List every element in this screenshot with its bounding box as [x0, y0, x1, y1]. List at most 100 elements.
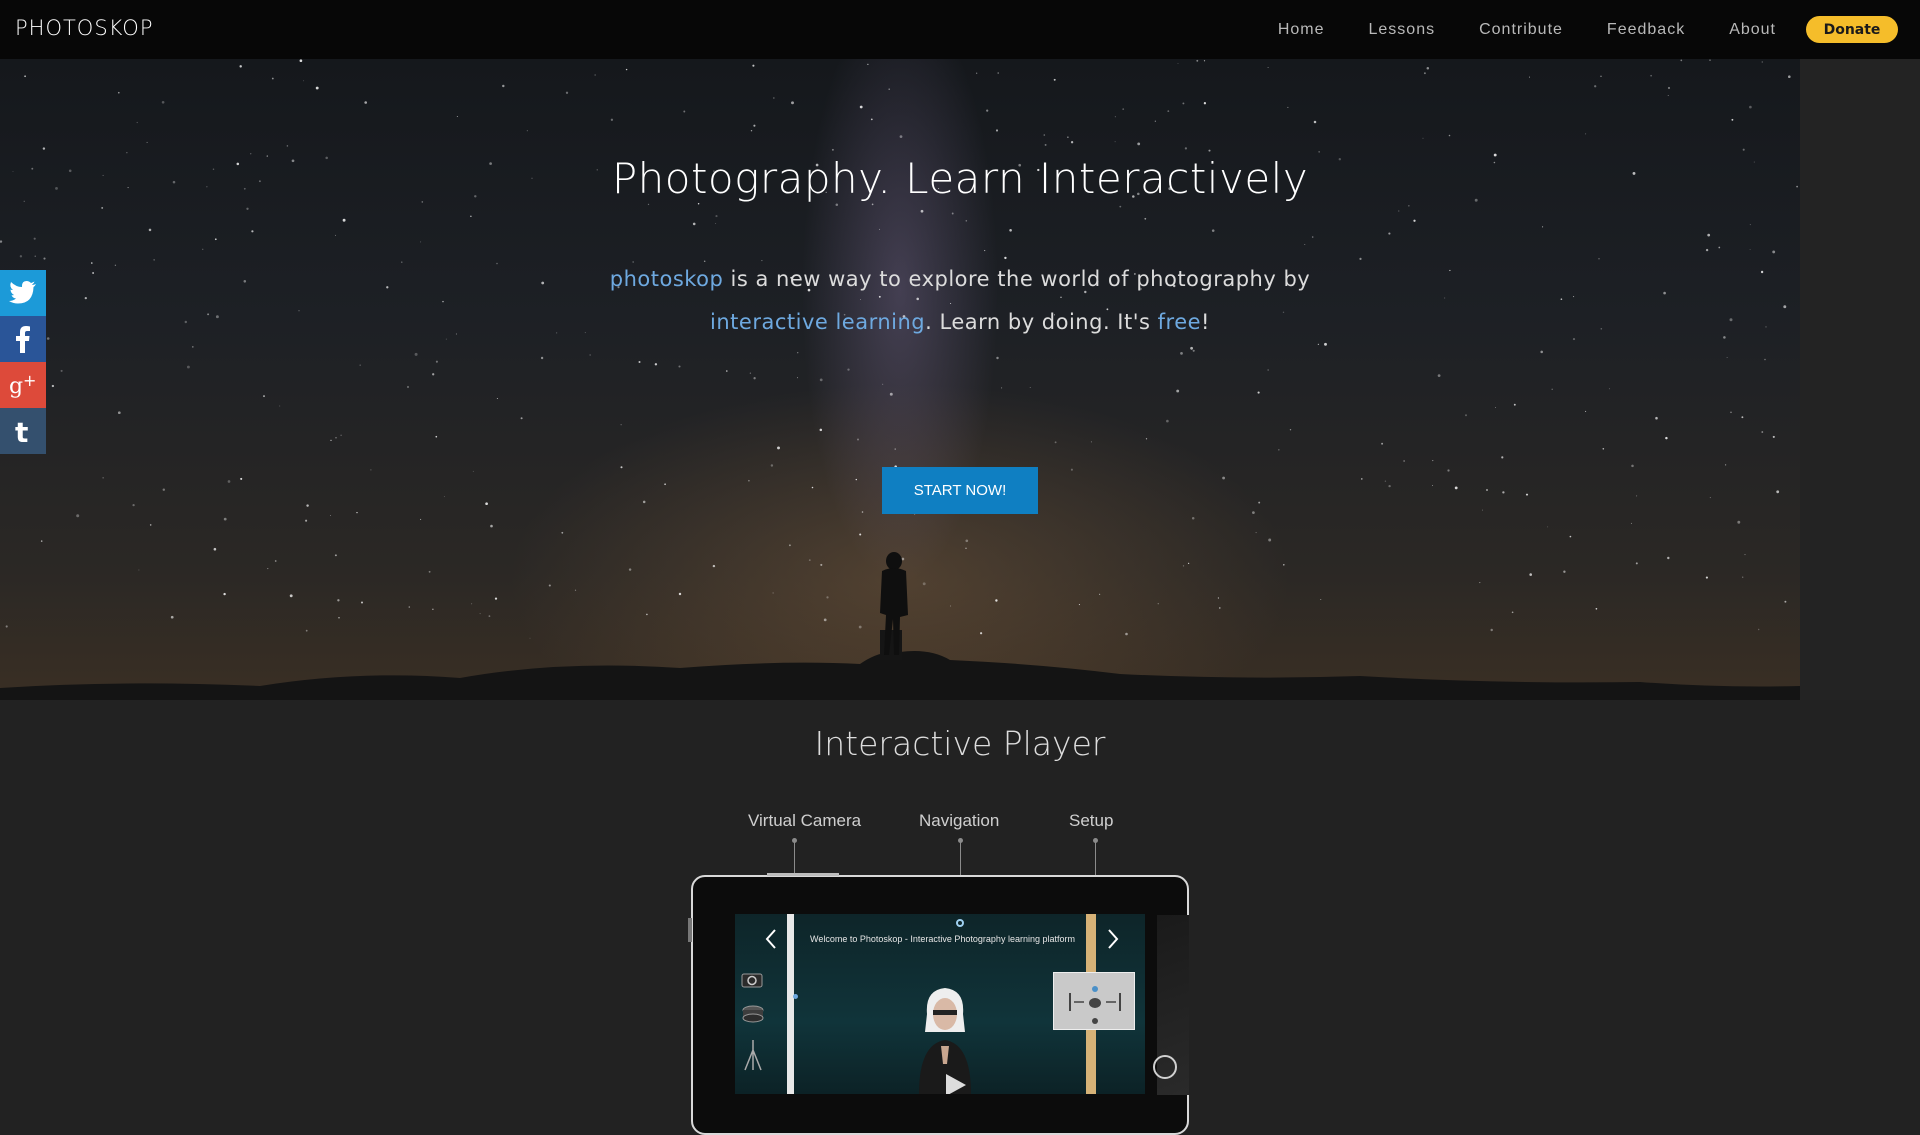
star: [749, 372, 752, 374]
star: [1289, 429, 1292, 431]
star: [43, 257, 46, 260]
tripod-icon[interactable]: [743, 1038, 763, 1072]
lens-icon[interactable]: [741, 1004, 765, 1024]
star: [555, 332, 558, 334]
start-now-button[interactable]: START NOW!: [882, 467, 1038, 514]
star: [1203, 60, 1206, 62]
star: [899, 135, 903, 138]
star: [420, 518, 422, 520]
chevron-left-icon[interactable]: [765, 928, 777, 950]
brand-link[interactable]: photoskop: [610, 267, 724, 291]
star: [1765, 326, 1767, 328]
star: [470, 215, 472, 217]
star: [1287, 106, 1289, 108]
star: [303, 80, 305, 82]
star: [1667, 86, 1671, 90]
star: [1187, 562, 1190, 565]
star: [1705, 576, 1708, 579]
facebook-share-button[interactable]: [0, 316, 46, 362]
star: [1764, 358, 1766, 361]
star: [1482, 509, 1483, 511]
star: [1783, 305, 1787, 309]
star: [1572, 338, 1576, 341]
star: [370, 469, 372, 471]
star: [831, 148, 834, 151]
star: [33, 237, 36, 240]
site-logo[interactable]: PHOTOSKOP: [15, 16, 154, 40]
star: [1114, 116, 1116, 118]
navigation-dot[interactable]: [956, 919, 964, 927]
free-link[interactable]: free: [1158, 310, 1201, 334]
star: [306, 504, 309, 507]
star: [1403, 460, 1405, 462]
player-screen[interactable]: Welcome to Photoskop - Interactive Photo…: [735, 914, 1145, 1094]
star: [335, 437, 337, 439]
star: [1311, 236, 1314, 238]
star: [1252, 511, 1255, 514]
star: [882, 383, 884, 385]
star: [274, 560, 277, 562]
play-icon[interactable]: [940, 1072, 970, 1094]
star: [1067, 136, 1069, 138]
star: [1122, 108, 1125, 110]
chevron-right-icon[interactable]: [1107, 928, 1119, 950]
star: [1749, 105, 1752, 109]
star: [1600, 328, 1603, 330]
star: [1542, 226, 1544, 228]
star: [1635, 562, 1638, 565]
star: [996, 356, 999, 360]
star: [1444, 297, 1446, 299]
star: [965, 539, 969, 543]
star: [797, 377, 799, 379]
star: [442, 300, 444, 303]
star: [1528, 76, 1530, 78]
star: [1718, 246, 1721, 249]
star: [1182, 102, 1185, 105]
star: [646, 613, 648, 616]
donate-button[interactable]: Donate: [1806, 16, 1898, 43]
star: [267, 568, 269, 570]
star: [149, 524, 152, 526]
star: [286, 145, 289, 147]
star: [1145, 438, 1148, 440]
hero-title: Photography. Learn Interactively: [611, 154, 1309, 203]
star: [1437, 374, 1441, 377]
tablet-home-button[interactable]: [1152, 1054, 1178, 1080]
star: [356, 511, 358, 514]
star: [678, 592, 682, 596]
star: [138, 569, 140, 571]
star: [1001, 387, 1003, 389]
star: [223, 592, 226, 596]
camera-rail[interactable]: [787, 914, 794, 1094]
star: [1203, 102, 1207, 105]
star: [753, 124, 756, 127]
star: [1707, 233, 1711, 237]
star: [213, 547, 217, 551]
nav-lessons[interactable]: Lessons: [1369, 21, 1436, 39]
star: [1029, 387, 1031, 389]
star: [432, 608, 434, 610]
setup-widget[interactable]: [1053, 972, 1135, 1030]
star: [408, 606, 411, 608]
nav-feedback[interactable]: Feedback: [1607, 21, 1685, 39]
twitter-share-button[interactable]: [0, 270, 46, 316]
section-title: Interactive Player: [814, 724, 1106, 763]
star: [1729, 318, 1733, 322]
star: [84, 296, 87, 300]
star: [835, 203, 839, 207]
tumblr-share-button[interactable]: t: [0, 408, 46, 454]
star: [1192, 349, 1195, 352]
star: [148, 228, 152, 232]
star: [1099, 593, 1101, 595]
star: [1258, 501, 1261, 504]
nav-about[interactable]: About: [1729, 21, 1776, 39]
star: [857, 438, 859, 441]
star: [791, 101, 794, 105]
star: [1190, 346, 1193, 350]
nav-contribute[interactable]: Contribute: [1479, 21, 1563, 39]
interactive-learning-link[interactable]: interactive learning: [710, 310, 925, 334]
google-plus-share-button[interactable]: g +: [0, 362, 46, 408]
star: [712, 564, 716, 568]
nav-home[interactable]: Home: [1278, 21, 1325, 39]
camera-icon[interactable]: [741, 970, 763, 988]
